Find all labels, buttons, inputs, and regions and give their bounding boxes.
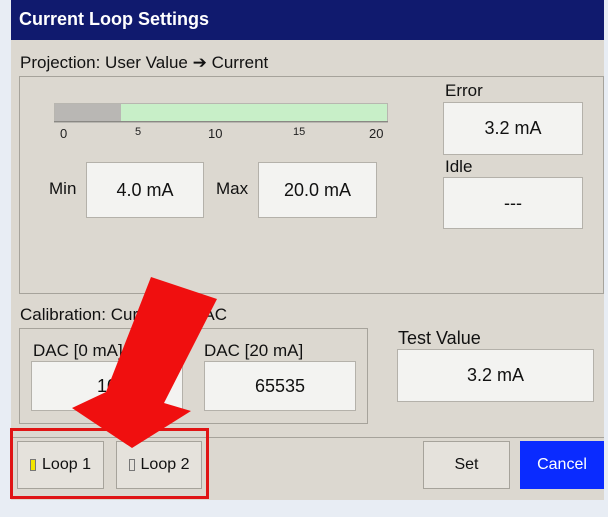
error-label: Error	[445, 81, 483, 100]
test-value-label: Test Value	[398, 328, 481, 348]
tick-0: 0	[60, 126, 68, 141]
set-button[interactable]: Set	[423, 441, 510, 489]
window-title: Current Loop Settings	[19, 9, 209, 29]
dac-20ma-field[interactable]: 65535	[204, 361, 356, 411]
idle-value-field[interactable]: ---	[443, 177, 583, 229]
idle-label: Idle	[445, 157, 473, 176]
range-scale-bar	[54, 103, 388, 123]
max-label: Max	[216, 179, 249, 198]
tick-10: 10	[208, 126, 223, 141]
tick-5: 5	[135, 126, 142, 138]
title-bar: Current Loop Settings	[11, 0, 604, 40]
tick-15: 15	[293, 126, 306, 138]
dac-0ma-label: DAC [0 mA]	[33, 341, 123, 360]
min-label: Min	[49, 179, 77, 198]
test-value-field[interactable]: 3.2 mA	[397, 349, 594, 402]
min-value-field[interactable]: 4.0 mA	[86, 162, 204, 218]
scale-inactive-segment	[55, 104, 121, 122]
tick-20: 20	[369, 126, 384, 141]
cancel-button[interactable]: Cancel	[520, 441, 604, 489]
projection-label: Projection: User Value ➔ Current	[20, 53, 269, 72]
max-value-field[interactable]: 20.0 mA	[258, 162, 377, 218]
dac-20ma-label: DAC [20 mA]	[204, 341, 304, 360]
calibration-label: Calibration: Current ➔ DAC	[20, 305, 227, 324]
highlight-box	[10, 428, 209, 499]
dac-0ma-field[interactable]: 10	[31, 361, 183, 411]
error-value-field[interactable]: 3.2 mA	[443, 102, 583, 155]
